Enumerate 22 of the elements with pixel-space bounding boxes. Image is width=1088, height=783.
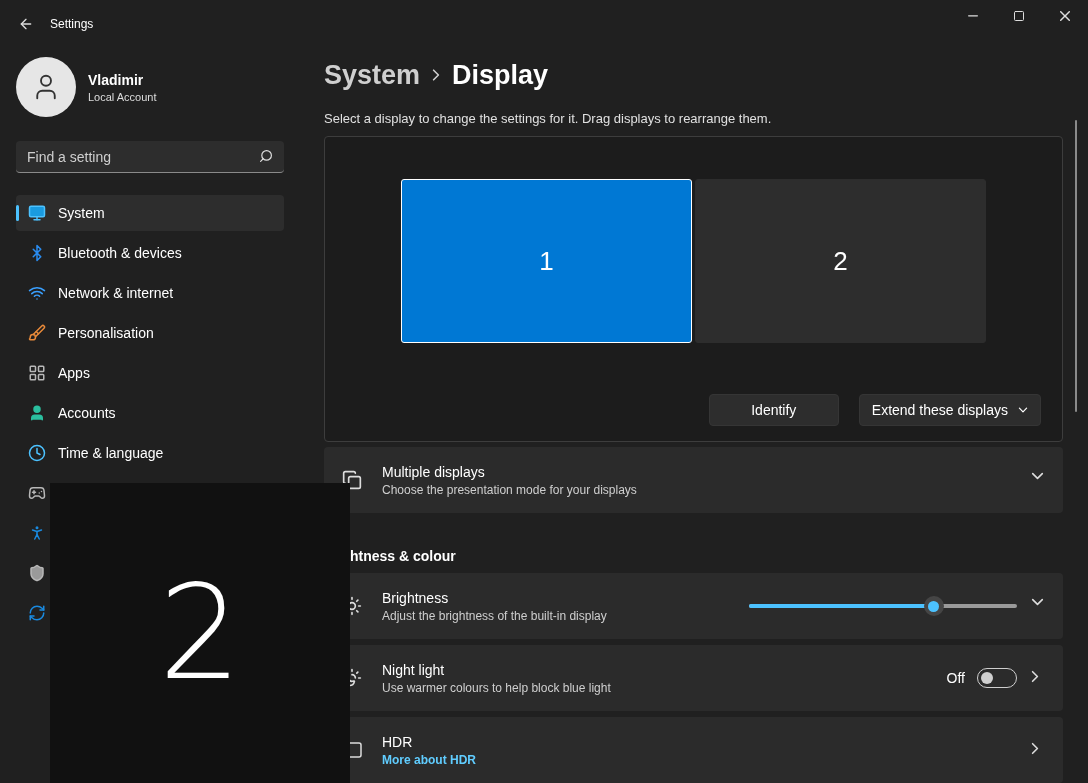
sidebar-label: Time & language [58,445,164,461]
sidebar-label: Apps [58,365,90,381]
setting-description: Choose the presentation mode for your displays [382,482,638,497]
sidebar-label: System [58,205,105,221]
window-title: Settings [50,17,95,31]
sidebar-label: Personalisation [58,325,154,341]
setting-title: Multiple displays [382,463,486,480]
toggle-state: Off [946,670,965,686]
setting-title: Brightness [382,589,450,606]
setting-description: Adjust the brightness of the built-in display [382,608,608,623]
setting-title: HDR [382,733,414,750]
breadcrumb-item: Display [452,59,549,91]
section-heading: htness & colour [349,548,457,565]
account-name: Vladimir [88,71,145,88]
identify-number-dialog: 2 [50,483,350,783]
account-type: Local Account [88,90,157,103]
page-description: Select a display to change the settings for it. Drag displays to rearrange them. [324,111,773,127]
sidebar-label: Bluetooth & devices [58,245,182,261]
sidebar-label: Network & internet [58,285,174,301]
sidebar-label: Accounts [58,405,116,421]
setting-title: Night light [382,661,446,678]
setting-description: Use warmer colours to help block blue light [382,680,612,695]
